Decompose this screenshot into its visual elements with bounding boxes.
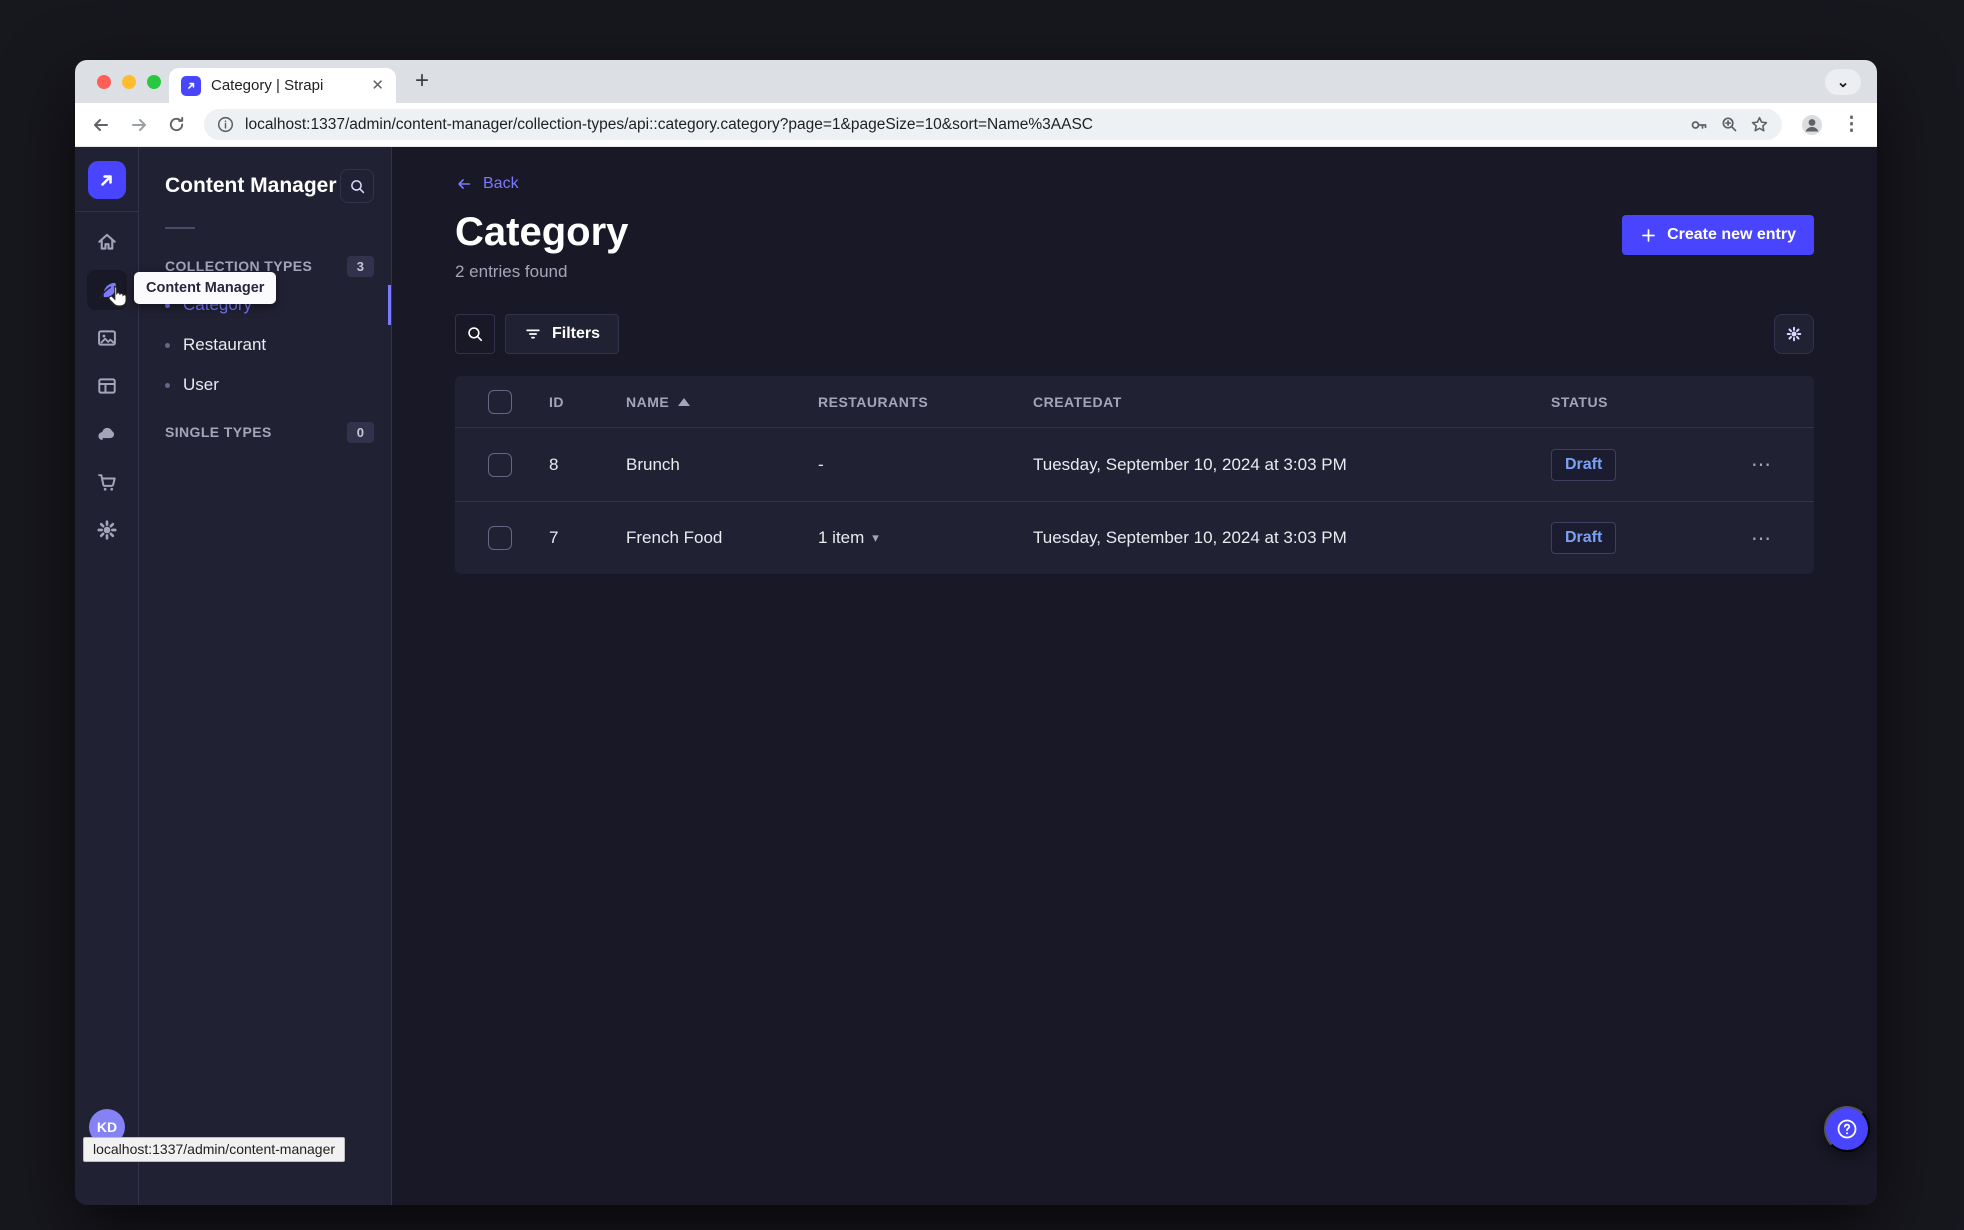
nav-divider [75,211,138,212]
browser-toolbar: localhost:1337/admin/content-manager/col… [75,103,1877,147]
new-tab-button[interactable]: + [415,67,429,95]
sidebar-item-marketplace[interactable] [87,462,127,502]
content-manager-subnav: Content Manager COLLECTION TYPES 3 Categ… [139,147,392,1205]
hand-cursor-icon [105,285,131,316]
cell-createdat: Tuesday, September 10, 2024 at 3:03 PM [1033,454,1347,474]
row-actions-menu[interactable]: ⋯ [1745,526,1814,551]
back-icon[interactable] [91,115,111,135]
cell-name: French Food [626,528,723,547]
strapi-app: KD Content Manager COLLECTION TYPES 3 Ca… [75,147,1877,1205]
collection-types-count-badge: 3 [346,255,374,277]
strapi-favicon-icon [181,75,201,96]
single-types-label: SINGLE TYPES [165,424,272,440]
column-header-name[interactable]: NAME [626,394,818,410]
subnav-search-button[interactable] [340,169,374,203]
sidebar-item-media-library[interactable] [87,318,127,358]
forward-icon[interactable] [129,115,149,135]
column-header-id[interactable]: ID [549,394,626,410]
single-types-section: SINGLE TYPES 0 [139,419,391,445]
create-button-label: Create new entry [1667,226,1796,243]
tab-close-icon[interactable]: ✕ [371,78,384,93]
site-info-icon[interactable] [217,116,234,133]
bullet-icon [165,342,170,348]
table-header-row: ID NAME RESTAURANTS CREATEDAT STATUS [455,376,1814,428]
table-row[interactable]: 8 Brunch - Tuesday, September 10, 2024 a… [455,428,1814,501]
bookmark-star-icon[interactable] [1750,115,1769,134]
sidebar-item-home[interactable] [87,222,127,262]
filters-button[interactable]: Filters [505,314,620,354]
table-search-button[interactable] [455,314,495,354]
sidebar-item-cloud[interactable] [87,414,127,454]
content-manager-tooltip: Content Manager [134,272,277,304]
table-row[interactable]: 7 French Food 1 item ▾ Tuesday, Septembe… [455,501,1814,574]
main-content: Back Category 2 entries found Create new… [392,147,1877,1205]
zoom-page-icon[interactable] [1720,115,1739,134]
cell-createdat: Tuesday, September 10, 2024 at 3:03 PM [1033,528,1347,547]
cell-name: Brunch [626,454,680,474]
column-header-restaurants[interactable]: RESTAURANTS [818,394,1033,410]
back-link[interactable]: Back [455,175,519,193]
tab-title: Category | Strapi [211,77,324,94]
subnav-item-user[interactable]: User [139,365,391,405]
browser-tab[interactable]: Category | Strapi ✕ [169,68,396,103]
subnav-item-label: Restaurant [183,335,267,354]
url-text[interactable]: localhost:1337/admin/content-manager/col… [245,116,1678,134]
entries-count: 2 entries found [455,262,568,281]
entries-table: ID NAME RESTAURANTS CREATEDAT STATUS 8 B… [455,376,1814,574]
browser-window: Category | Strapi ✕ + ⌄ localhost:1337/a… [75,60,1877,1205]
select-all-checkbox[interactable] [488,389,512,414]
strapi-logo[interactable] [87,161,126,199]
column-header-createdat[interactable]: CREATEDAT [1033,394,1551,410]
chevron-down-icon: ▾ [872,530,879,545]
subnav-divider [165,227,195,229]
status-badge: Draft [1551,522,1617,554]
subnav-title: Content Manager [165,174,337,197]
address-bar[interactable]: localhost:1337/admin/content-manager/col… [204,109,1782,140]
tab-strip: Category | Strapi ✕ + ⌄ [75,60,1877,103]
search-icon [468,327,483,342]
reload-icon[interactable] [167,115,186,134]
active-item-indicator [388,285,391,325]
question-mark-icon [1837,1119,1857,1139]
sidebar-item-content-type-builder[interactable] [87,366,127,406]
profile-icon[interactable] [1800,113,1824,137]
browser-menu-icon[interactable]: ⋮ [1842,113,1861,136]
restaurants-expander[interactable]: 1 item ▾ [818,528,1033,548]
tab-search-button[interactable]: ⌄ [1825,69,1861,95]
cell-id: 7 [549,528,559,547]
subnav-item-restaurant[interactable]: Restaurant [139,325,391,365]
page-title: Category [455,210,629,254]
row-actions-menu[interactable]: ⋯ [1745,452,1814,477]
window-controls [97,75,161,89]
gear-icon [1786,326,1802,342]
link-preview: localhost:1337/admin/content-manager [83,1137,346,1162]
zoom-window-button[interactable] [147,75,161,89]
subnav-item-label: User [183,375,219,394]
sort-ascending-icon [678,397,691,406]
column-header-status[interactable]: STATUS [1551,394,1745,410]
minimize-window-button[interactable] [122,75,136,89]
create-new-entry-button[interactable]: Create new entry [1622,215,1814,255]
single-types-count-badge: 0 [346,421,374,443]
status-badge: Draft [1551,448,1617,481]
close-window-button[interactable] [97,75,111,89]
plus-icon [1642,228,1655,242]
back-label: Back [483,175,519,192]
bullet-icon [165,382,170,388]
view-settings-button[interactable] [1774,314,1814,354]
row-checkbox[interactable] [488,452,512,477]
password-key-icon[interactable] [1689,115,1709,135]
sidebar-item-settings[interactable] [87,510,127,550]
help-button[interactable] [1824,1106,1870,1152]
cell-id: 8 [549,454,559,474]
back-arrow-icon [458,179,471,189]
filter-icon [526,329,540,339]
filters-label: Filters [552,325,601,342]
cell-restaurants: - [818,454,824,474]
row-checkbox[interactable] [488,526,512,550]
